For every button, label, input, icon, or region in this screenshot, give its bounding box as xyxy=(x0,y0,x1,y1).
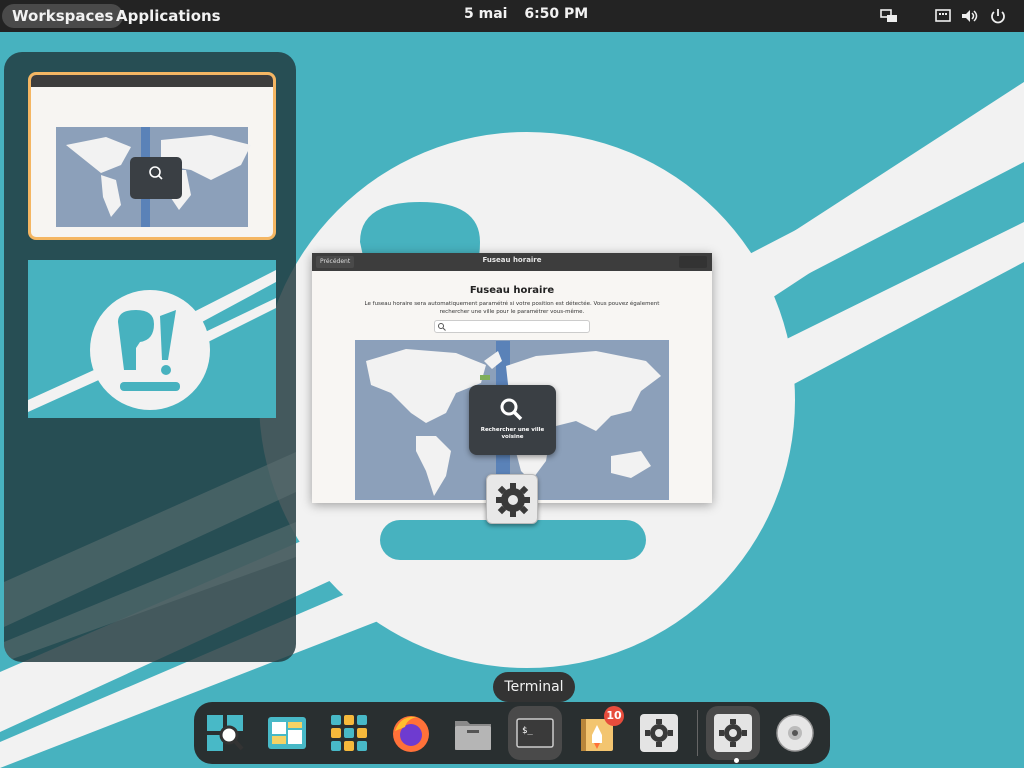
page-heading: Fuseau horaire xyxy=(469,285,555,296)
workspace-2-thumbnail[interactable] xyxy=(28,260,276,418)
dock-item-settings[interactable] xyxy=(632,706,686,760)
dock-item-files[interactable] xyxy=(446,706,500,760)
next-button[interactable] xyxy=(679,256,707,268)
page-description: Le fuseau horaire sera automatiquement p… xyxy=(364,301,660,315)
clock-date: 5 mai xyxy=(464,6,508,22)
dock-item-firefox[interactable] xyxy=(384,706,438,760)
running-indicator xyxy=(734,758,739,763)
app-grid-icon xyxy=(331,715,367,751)
dock-tooltip: Terminal xyxy=(493,672,575,702)
svg-text:$_: $_ xyxy=(522,726,533,736)
timezone-search-input[interactable] xyxy=(434,320,590,333)
terminal-icon: $_ xyxy=(516,718,554,748)
window-headerbar: Précédent Fuseau horaire xyxy=(312,253,712,271)
workspace-1-thumbnail[interactable] xyxy=(28,72,276,240)
installer-icon xyxy=(207,715,244,751)
dock: $_ 10 xyxy=(194,702,830,764)
dock-item-pop-shop[interactable]: 10 xyxy=(570,706,624,760)
clock-time: 6:50 PM xyxy=(524,6,589,22)
dock-item-installer[interactable] xyxy=(198,706,252,760)
search-icon xyxy=(500,398,523,421)
dock-item-applications-grid[interactable] xyxy=(322,706,376,760)
volume-icon[interactable] xyxy=(960,7,978,25)
applications-button[interactable]: Applications xyxy=(106,4,231,28)
settings-icon xyxy=(640,714,678,752)
keyboard-icon[interactable] xyxy=(934,7,952,25)
dock-item-terminal[interactable]: $_ xyxy=(508,706,562,760)
workspace-sidebar xyxy=(4,52,296,662)
network-icon[interactable] xyxy=(880,7,898,25)
power-icon[interactable] xyxy=(989,7,1007,25)
workspace-1-preview xyxy=(31,75,273,227)
updates-count-badge: 10 xyxy=(604,706,624,726)
window-title: Fuseau horaire xyxy=(482,256,542,264)
top-panel: Workspaces Applications 5 mai 6:50 PM xyxy=(0,0,1024,32)
dock-item-settings-running[interactable] xyxy=(706,706,760,760)
search-icon xyxy=(438,323,446,331)
nearby-city-label: Rechercher une ville voisine xyxy=(480,427,545,440)
dock-item-multitasking[interactable] xyxy=(260,706,314,760)
settings-window-app-icon xyxy=(486,474,538,524)
settings-icon xyxy=(714,714,752,752)
dock-separator xyxy=(697,710,698,756)
dock-item-disks[interactable] xyxy=(768,706,822,760)
installer-window[interactable]: Précédent Fuseau horaire Fuseau horaire … xyxy=(312,253,712,503)
date-time-clock[interactable]: 5 mai 6:50 PM xyxy=(464,6,588,22)
workspace-2-preview xyxy=(28,260,276,418)
gear-icon xyxy=(496,483,530,517)
disk-icon xyxy=(776,714,814,752)
files-icon xyxy=(455,721,491,750)
nearby-city-popover[interactable]: Rechercher une ville voisine xyxy=(469,385,556,455)
firefox-icon xyxy=(393,716,429,752)
multitasking-icon xyxy=(268,717,306,749)
